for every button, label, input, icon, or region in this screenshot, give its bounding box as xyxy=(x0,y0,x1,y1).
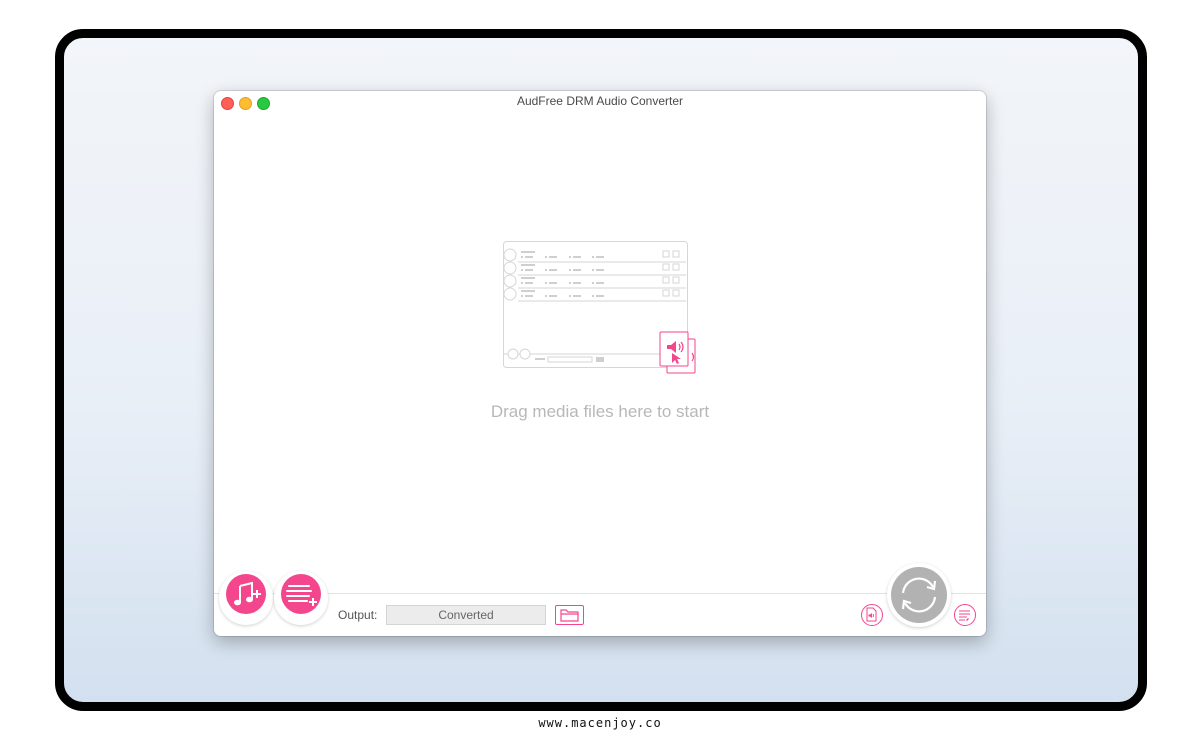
drop-hint-text: Drag media files here to start xyxy=(490,402,710,421)
output-path-field[interactable]: Converted xyxy=(386,605,546,625)
window-title: AudFree DRM Audio Converter xyxy=(516,94,684,108)
convert-arrows-icon xyxy=(901,577,937,613)
add-playlist-button[interactable] xyxy=(281,574,321,614)
audio-file-icon xyxy=(866,607,877,622)
output-label: Output: xyxy=(338,608,378,622)
app-window: AudFree DRM Audio Converter Drag media f… xyxy=(214,91,986,636)
format-settings-icon xyxy=(959,610,970,621)
convert-button[interactable] xyxy=(891,567,947,623)
audio-editor-button[interactable] xyxy=(861,604,883,626)
watermark-text: www.macenjoy.co xyxy=(538,716,662,730)
add-music-button[interactable] xyxy=(226,574,266,614)
list-plus-icon xyxy=(286,585,317,606)
browse-folder-button[interactable] xyxy=(555,605,584,625)
title-bar: AudFree DRM Audio Converter xyxy=(214,91,986,111)
drop-illustration-icon xyxy=(503,241,696,374)
folder-icon xyxy=(560,609,579,622)
format-settings-button[interactable] xyxy=(954,604,976,626)
music-note-plus-icon xyxy=(234,581,261,606)
